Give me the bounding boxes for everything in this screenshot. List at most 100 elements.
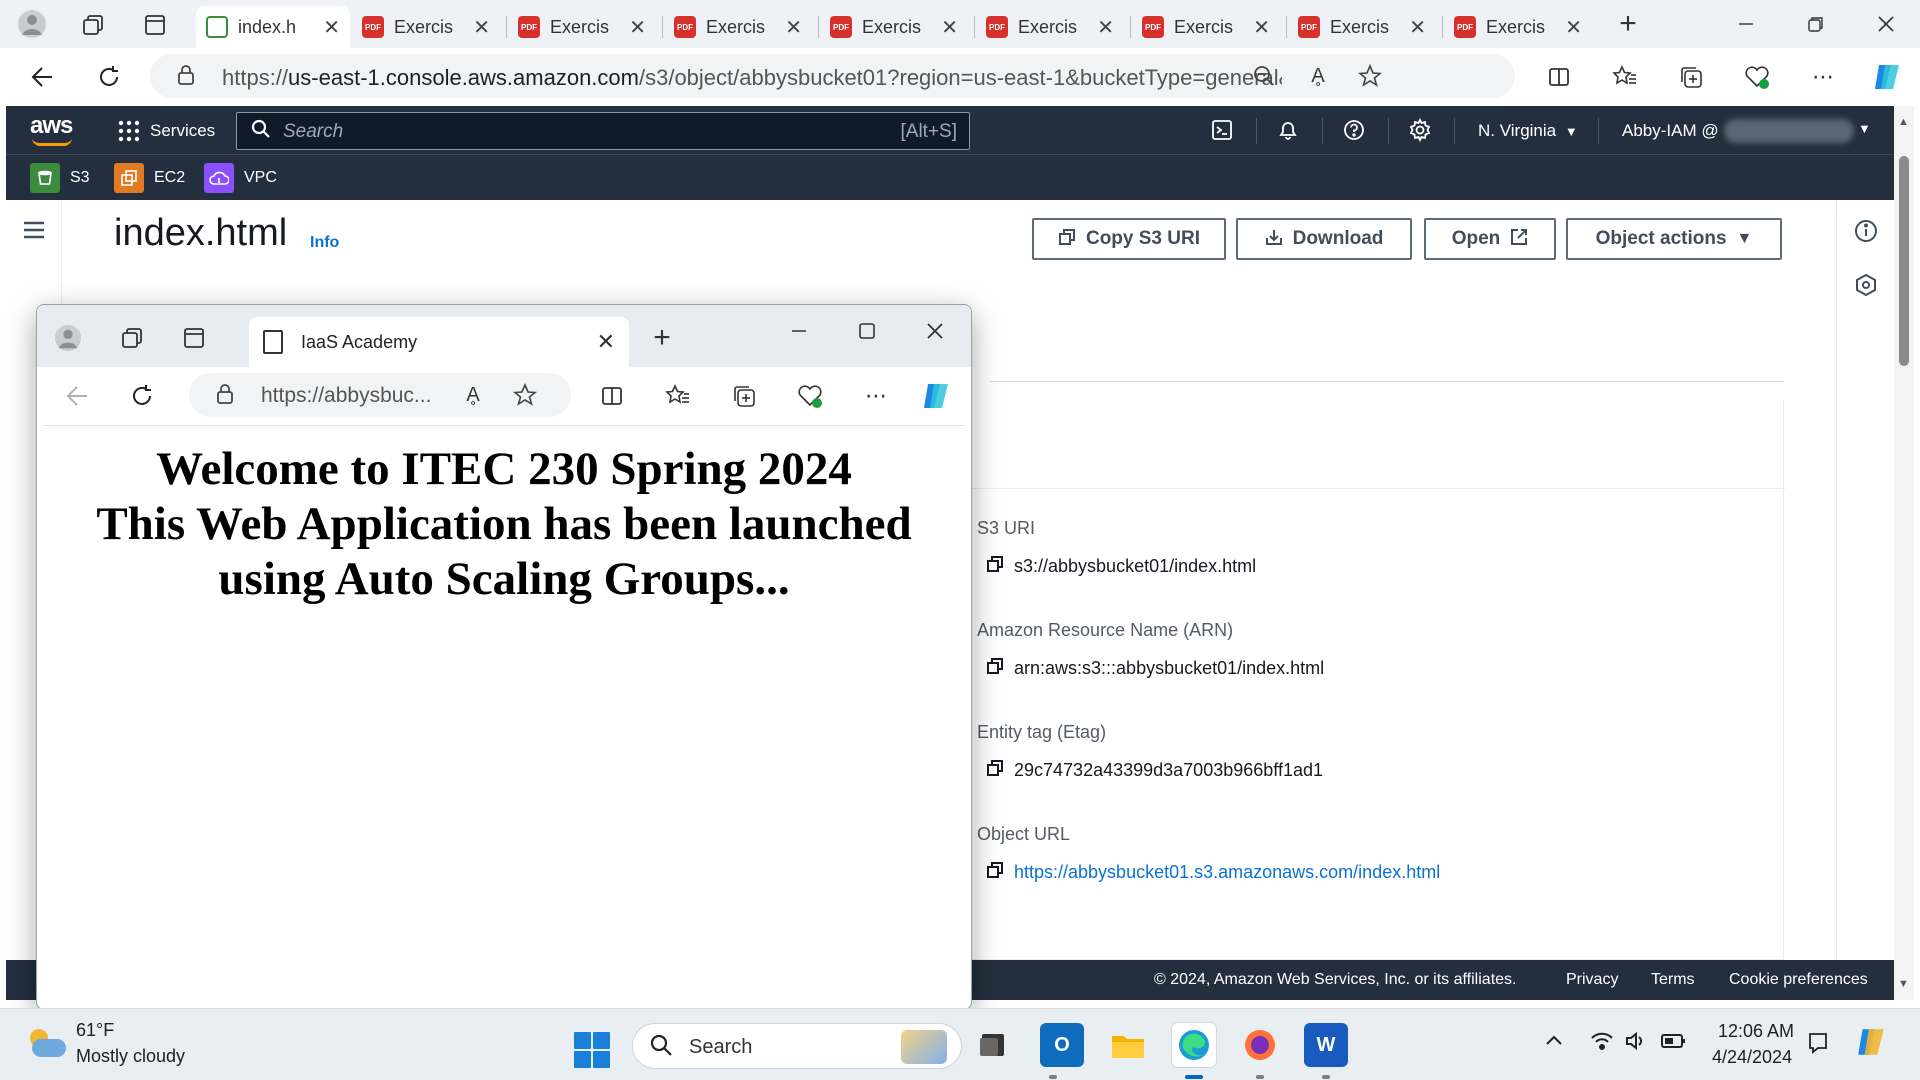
footer-cookie-preferences-link[interactable]: Cookie preferences: [1729, 971, 1868, 989]
read-aloud-icon[interactable]: Ḁ: [1304, 62, 1332, 90]
favorite-star-icon[interactable]: [511, 381, 539, 409]
profile-avatar-icon[interactable]: [53, 323, 83, 353]
workspaces-icon[interactable]: [117, 323, 147, 353]
close-tab-icon[interactable]: ✕: [473, 15, 490, 40]
close-window-icon[interactable]: [919, 315, 951, 347]
chevron-up-icon[interactable]: [1544, 1031, 1564, 1057]
arn-value[interactable]: arn:aws:s3:::abbysbucket01/index.html: [986, 657, 1324, 680]
services-menu[interactable]: Services: [150, 121, 215, 141]
workspaces-icon[interactable]: [78, 10, 108, 40]
new-tab-button[interactable]: +: [645, 321, 679, 355]
browser-essentials-icon[interactable]: [1740, 60, 1774, 94]
minimize-icon[interactable]: [1730, 8, 1762, 40]
info-link[interactable]: Info: [310, 234, 339, 252]
browser-tab[interactable]: PDF Exercis ✕: [1288, 6, 1436, 48]
region-selector[interactable]: N. Virginia ▼: [1478, 121, 1578, 141]
help-icon[interactable]: [1340, 116, 1368, 144]
clock-date[interactable]: 4/24/2024: [1712, 1047, 1792, 1068]
weather-temperature[interactable]: 61°F: [76, 1020, 114, 1041]
close-tab-icon[interactable]: ✕: [1253, 15, 1270, 40]
download-button[interactable]: Download: [1236, 218, 1412, 260]
copy-s3-uri-button[interactable]: Copy S3 URI: [1032, 218, 1226, 260]
account-menu[interactable]: Abby-IAM @: [1622, 121, 1719, 141]
object-actions-dropdown[interactable]: Object actions ▼: [1566, 218, 1782, 260]
browser-tab[interactable]: PDF Exercis ✕: [976, 6, 1124, 48]
services-grid-icon[interactable]: [116, 118, 142, 144]
copilot-preview-icon[interactable]: [1854, 1025, 1888, 1065]
favorite-vpc[interactable]: VPC: [204, 163, 277, 193]
favorite-s3[interactable]: S3: [30, 163, 90, 193]
close-tab-icon[interactable]: ✕: [629, 15, 646, 40]
page-scrollbar[interactable]: ▲ ▼: [1894, 106, 1914, 1000]
new-tab-button[interactable]: +: [1612, 7, 1644, 40]
close-tab-icon[interactable]: ✕: [1097, 15, 1114, 40]
copy-icon[interactable]: [986, 861, 1004, 884]
refresh-icon[interactable]: [125, 379, 159, 413]
browser-tab[interactable]: PDF Exercis ✕: [352, 6, 500, 48]
footer-terms-link[interactable]: Terms: [1651, 971, 1695, 989]
collections-icon[interactable]: [1674, 60, 1708, 94]
browser-tab[interactable]: index.h ✕: [196, 6, 350, 48]
browser-essentials-icon[interactable]: [793, 379, 827, 413]
back-icon[interactable]: [26, 60, 60, 94]
favorites-icon[interactable]: [1608, 60, 1642, 94]
collections-icon[interactable]: [727, 379, 761, 413]
wifi-icon[interactable]: [1590, 1031, 1614, 1057]
close-tab-icon[interactable]: ✕: [1565, 15, 1582, 40]
volume-icon[interactable]: [1624, 1031, 1648, 1057]
cloudshell-icon[interactable]: [1208, 116, 1236, 144]
more-options-icon[interactable]: ⋯: [1806, 60, 1840, 94]
hamburger-menu-icon[interactable]: [20, 216, 48, 244]
tab-actions-icon[interactable]: [140, 10, 170, 40]
close-tab-icon[interactable]: ✕: [941, 15, 958, 40]
open-button[interactable]: Open: [1424, 218, 1556, 260]
account-menu-chevron-icon[interactable]: ▼: [1858, 121, 1871, 136]
browser-tab[interactable]: PDF Exercis ✕: [664, 6, 812, 48]
copy-icon[interactable]: [986, 555, 1004, 578]
feedback-hex-icon[interactable]: [1851, 270, 1881, 300]
more-options-icon[interactable]: ⋯: [859, 379, 893, 413]
clock-time[interactable]: 12:06 AM: [1718, 1021, 1794, 1042]
taskbar-search[interactable]: Search: [632, 1023, 962, 1069]
address-bar[interactable]: https://us-east-1.console.aws.amazon.com…: [150, 54, 1515, 98]
profile-avatar-icon[interactable]: [16, 8, 48, 40]
outlook-icon[interactable]: O: [1040, 1023, 1084, 1067]
close-tab-icon[interactable]: ✕: [1409, 15, 1426, 40]
maximize-icon[interactable]: [851, 315, 883, 347]
weather-condition[interactable]: Mostly cloudy: [76, 1046, 185, 1067]
browser-tab[interactable]: PDF Exercis ✕: [508, 6, 656, 48]
copilot-icon[interactable]: [917, 377, 955, 415]
settings-gear-icon[interactable]: [1406, 116, 1434, 144]
edge-icon[interactable]: [1172, 1023, 1216, 1067]
restore-icon[interactable]: [1800, 8, 1832, 40]
close-tab-icon[interactable]: ✕: [785, 15, 802, 40]
popup-address-bar[interactable]: https://abbysbuc... Ḁ: [189, 373, 571, 417]
notifications-bell-icon[interactable]: [1274, 116, 1302, 144]
s3-uri-value[interactable]: s3://abbysbucket01/index.html: [986, 555, 1256, 578]
zoom-icon[interactable]: [1250, 62, 1278, 90]
browser-tab[interactable]: PDF Exercis ✕: [820, 6, 968, 48]
refresh-icon[interactable]: [92, 60, 126, 94]
read-aloud-icon[interactable]: Ḁ: [459, 381, 487, 409]
notifications-icon[interactable]: [1806, 1031, 1830, 1061]
tab-actions-icon[interactable]: [179, 323, 209, 353]
object-url-link[interactable]: https://abbysbucket01.s3.amazonaws.com/i…: [986, 861, 1440, 884]
copilot-icon[interactable]: [1868, 58, 1906, 96]
etag-value[interactable]: 29c74732a43399d3a7003b966bff1ad1: [986, 759, 1323, 782]
windows-start-icon[interactable]: [574, 1032, 610, 1068]
aws-logo[interactable]: aws: [30, 112, 73, 146]
browser-tab[interactable]: PDF Exercis ✕: [1444, 6, 1592, 48]
browser-tab[interactable]: PDF Exercis ✕: [1132, 6, 1280, 48]
footer-privacy-link[interactable]: Privacy: [1566, 971, 1618, 989]
task-view-icon[interactable]: [970, 1023, 1014, 1067]
close-tab-icon[interactable]: ✕: [597, 329, 615, 355]
favorite-star-icon[interactable]: [1356, 62, 1384, 90]
file-explorer-icon[interactable]: [1106, 1023, 1150, 1067]
back-icon[interactable]: [61, 379, 95, 413]
favorite-ec2[interactable]: EC2: [114, 163, 185, 193]
split-screen-icon[interactable]: [595, 379, 629, 413]
partly-cloudy-icon[interactable]: [26, 1029, 66, 1057]
close-tab-icon[interactable]: ✕: [323, 15, 340, 40]
battery-icon[interactable]: [1660, 1031, 1686, 1057]
split-screen-icon[interactable]: [1542, 60, 1576, 94]
